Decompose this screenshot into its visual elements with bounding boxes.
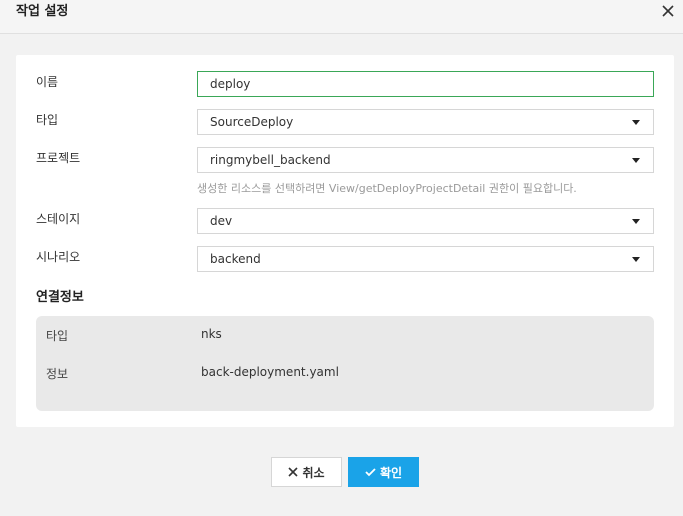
dialog-header: 작업 설정 [0, 0, 683, 34]
project-help-text: 생성한 리소스를 선택하려면 View/getDeployProjectDeta… [197, 182, 577, 195]
cancel-button[interactable]: 취소 [271, 457, 342, 487]
connection-type-value: nks [201, 327, 222, 341]
cancel-button-label: 취소 [302, 465, 325, 480]
x-icon [288, 467, 299, 477]
close-icon[interactable] [661, 4, 675, 18]
dialog-title: 작업 설정 [16, 4, 69, 19]
caret-down-icon [632, 158, 640, 163]
connection-type-label: 타입 [46, 329, 69, 343]
type-select[interactable]: SourceDeploy [197, 109, 654, 135]
ok-button-label: 확인 [379, 465, 403, 480]
connection-info-value: back-deployment.yaml [201, 365, 339, 379]
connection-info-box: 타입 nks 정보 back-deployment.yaml [36, 316, 654, 411]
stage-select-value: dev [210, 214, 233, 228]
settings-card: 이름 deploy 타입 SourceDeploy 프로젝트 ringmybel… [16, 55, 674, 427]
project-select[interactable]: ringmybell_backend [197, 147, 654, 173]
caret-down-icon [632, 257, 640, 262]
scenario-label: 시나리오 [36, 250, 81, 264]
project-label: 프로젝트 [36, 151, 81, 165]
connection-section-title: 연결정보 [36, 290, 84, 305]
job-settings-dialog: 작업 설정 이름 deploy 타입 SourceDeploy 프로젝트 rin… [0, 0, 683, 516]
stage-label: 스테이지 [36, 212, 81, 226]
caret-down-icon [632, 219, 640, 224]
project-select-value: ringmybell_backend [210, 153, 331, 167]
type-label: 타입 [36, 113, 59, 127]
connection-info-label: 정보 [46, 367, 69, 381]
check-icon [365, 467, 376, 477]
name-input[interactable]: deploy [197, 71, 654, 97]
scenario-select[interactable]: backend [197, 246, 654, 272]
stage-select[interactable]: dev [197, 208, 654, 234]
ok-button[interactable]: 확인 [348, 457, 419, 487]
caret-down-icon [632, 120, 640, 125]
type-select-value: SourceDeploy [210, 115, 294, 129]
scenario-select-value: backend [210, 252, 261, 266]
name-label: 이름 [36, 75, 59, 89]
